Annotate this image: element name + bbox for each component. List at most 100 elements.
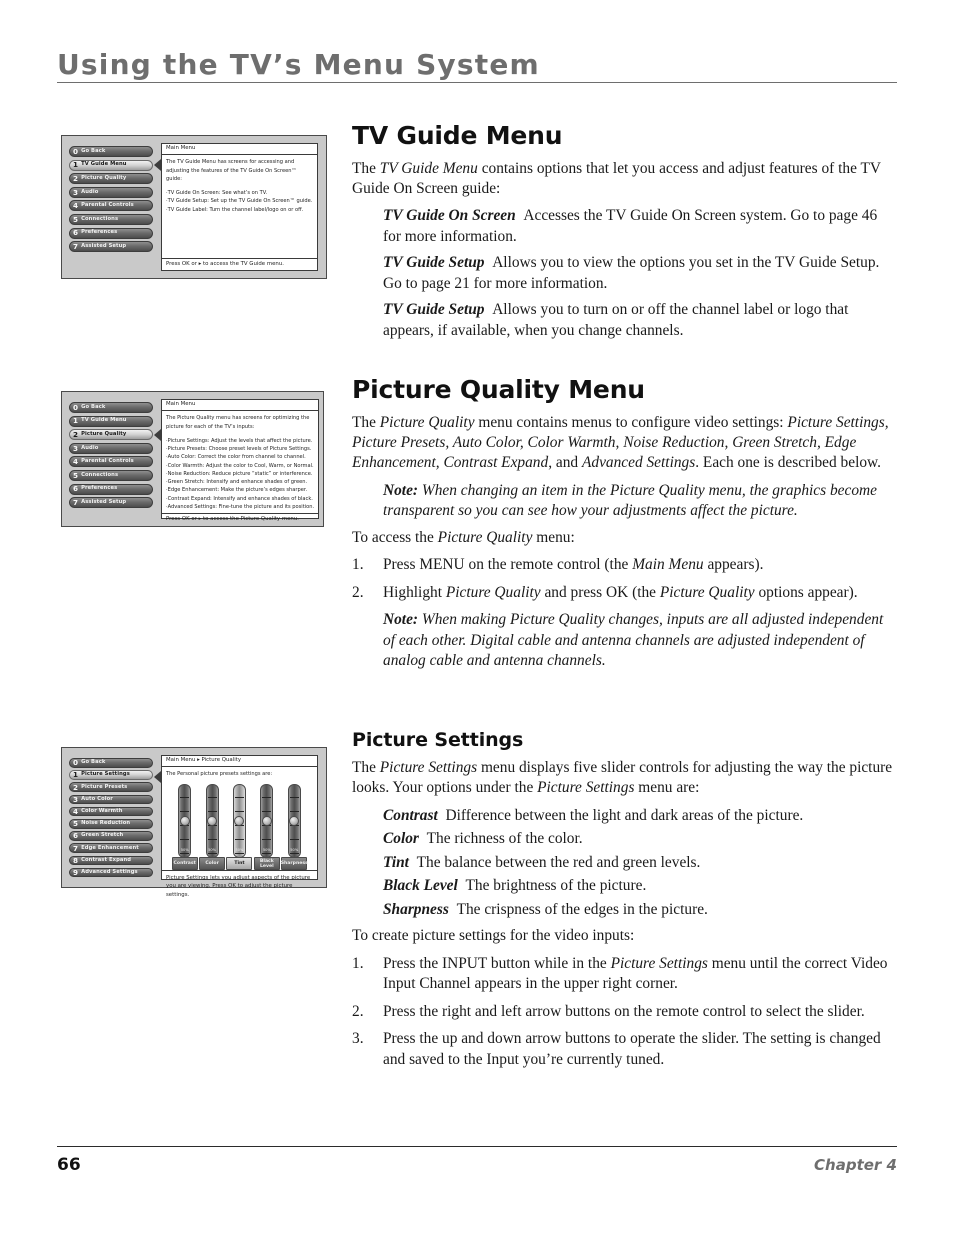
slider-label[interactable]: Sharpness [281, 857, 308, 871]
section-picture-quality-menu: Picture Quality Menu The Picture Quality… [352, 376, 898, 678]
slider-track[interactable] [205, 783, 219, 858]
slider-knob[interactable] [261, 815, 272, 826]
osd-button-number: 1 [73, 160, 79, 170]
picture-settings-item-1: Color The richness of the color. [383, 829, 898, 849]
osd-menu-button-connections[interactable]: 5 Connections [69, 469, 153, 481]
osd-selection-arrow-icon [154, 159, 161, 172]
osd-button-number: 3 [73, 187, 79, 197]
osd-button-number: 9 [73, 868, 79, 878]
section-picture-settings: Picture Settings The Picture Settings me… [352, 730, 898, 1077]
slider-knob[interactable] [207, 815, 218, 826]
heading-picture-quality-menu: Picture Quality Menu [352, 375, 645, 404]
osd-menu-button-audio[interactable]: 3 Audio [69, 442, 153, 454]
osd-menu-button-go-back[interactable]: 0 Go Back [69, 402, 153, 413]
osd-menu-button-assisted-setup[interactable]: 7 Assisted Setup [69, 497, 153, 509]
osd-menu-button-go-back[interactable]: 0 Go Back [69, 758, 153, 768]
osd-menu-button-parental-controls[interactable]: 4 Parental Controls [69, 456, 153, 468]
osd-button-number: 0 [73, 402, 79, 412]
osd-menu-button-auto-color[interactable]: 3 Auto Color [69, 794, 153, 805]
step-p1: Highlight [383, 583, 446, 601]
osd-bullet-item: ·TV Guide Setup: Set up the TV Guide On … [166, 198, 313, 205]
slider-tick [289, 796, 299, 798]
osd-button-label: Connections [81, 215, 119, 222]
slider-track[interactable] [287, 783, 301, 858]
step-item: 2. Highlight Picture Quality and press OK… [352, 583, 898, 603]
term-label: Contrast [383, 806, 438, 824]
slider-label[interactable]: Color [199, 857, 226, 871]
step-p2: appears). [703, 556, 764, 574]
intro-p1: The [352, 413, 380, 431]
osd-slider-sharpness[interactable]: 50% Sharpness [281, 783, 308, 871]
osd-bullet-item: ·Auto Color: Correct the color from chan… [166, 454, 306, 461]
osd-body: The Personal picture presets settings ar… [162, 767, 317, 871]
section-tv-guide-menu: TV Guide Menu The TV Guide Menu contains… [352, 122, 898, 347]
osd-button-label: Edge Enhancement [81, 844, 139, 851]
chapter-label: Chapter 4 [814, 1156, 897, 1174]
osd-bullet-item: ·Picture Presets: Choose preset levels o… [166, 446, 312, 453]
osd-button-number: 1 [73, 770, 79, 780]
step-number: 1. [352, 954, 364, 972]
osd-menu-button-picture-presets[interactable]: 2 Picture Presets [69, 782, 153, 793]
picture-settings-item-4: Sharpness The crispness of the edges in … [383, 900, 898, 920]
osd-menu-button-tv-guide-menu[interactable]: 1 TV Guide Menu [69, 415, 153, 427]
term-label: Black Level [383, 877, 458, 895]
slider-knob[interactable] [234, 815, 245, 826]
slider-track[interactable] [260, 783, 274, 858]
step-number: 2. [352, 583, 364, 601]
osd-button-label: Green Stretch [81, 832, 124, 839]
osd-menu-button-picture-quality[interactable]: 2 Picture Quality [69, 173, 153, 185]
osd-menu-button-parental-controls[interactable]: 4 Parental Controls [69, 200, 153, 212]
osd-menu-button-color-warmth[interactable]: 4 Color Warmth [69, 806, 153, 817]
osd-button-number: 4 [73, 807, 79, 817]
osd-button-number: 7 [73, 498, 79, 508]
slider-label[interactable]: Contrast [171, 857, 198, 871]
osd-menu-button-audio[interactable]: 3 Audio [69, 186, 153, 198]
lead-i: Picture Quality [437, 528, 533, 546]
osd-menu-button-advanced-settings[interactable]: 9 Advanced Settings [69, 867, 153, 878]
osd-sidebar: 0 Go Back 1 TV Guide Menu 2 Picture Quality 3 A… [69, 143, 153, 271]
slider-label[interactable]: Tint [226, 857, 253, 871]
osd-menu-button-green-stretch[interactable]: 6 Green Stretch [69, 831, 153, 841]
slider-tick [180, 810, 190, 812]
osd-menu-button-contrast-expand[interactable]: 8 Contrast Expand [69, 855, 153, 866]
osd-button-number: 0 [73, 146, 79, 156]
page-content: 0 Go Back 1 TV Guide Menu 2 Picture Quality 3 A… [0, 0, 954, 1235]
slider-label[interactable]: Black Level [253, 857, 280, 871]
tv-guide-intro: The TV Guide Menu contains options that … [352, 159, 898, 200]
osd-menu-button-noise-reduction[interactable]: 5 Noise Reduction [69, 819, 153, 829]
osd-button-label: Picture Quality [81, 431, 127, 438]
osd-menu-button-preferences[interactable]: 6 Preferences [69, 227, 153, 239]
slider-knob[interactable] [179, 815, 190, 826]
slider-knob[interactable] [289, 815, 300, 826]
osd-breadcrumb: Main Menu [162, 144, 317, 155]
osd-menu-button-picture-quality[interactable]: 2 Picture Quality [69, 429, 153, 441]
page-footer: 66 Chapter 4 [57, 1146, 897, 1175]
slider-track[interactable] [178, 783, 192, 858]
osd-menu-button-assisted-setup[interactable]: 7 Assisted Setup [69, 241, 153, 253]
osd-menu-button-connections[interactable]: 5 Connections [69, 213, 153, 225]
osd-button-number: 6 [73, 484, 79, 494]
term-desc: The balance between the red and green le… [416, 853, 701, 871]
intro-p2: menu contains menus to configure video s… [474, 413, 788, 431]
osd-menu-button-tv-guide-menu[interactable]: 1 TV Guide Menu [69, 159, 153, 171]
osd-menu-button-preferences[interactable]: 6 Preferences [69, 483, 153, 495]
osd-menu-button-edge-enhancement[interactable]: 7 Edge Enhancement [69, 843, 153, 854]
osd-button-label: Color Warmth [81, 808, 123, 815]
osd-menu-button-picture-settings[interactable]: 1 Picture Settings [69, 770, 153, 780]
term-label: TV Guide Setup [383, 301, 485, 319]
osd-slider-black-level[interactable]: 50% Black Level [253, 783, 280, 871]
osd-button-label: Contrast Expand [81, 856, 132, 863]
picture-quality-note-1: Note: When changing an item in the Pictu… [383, 481, 898, 522]
osd-slider-color[interactable]: 50% Color [199, 783, 226, 871]
step-i2: Picture Quality [659, 583, 755, 601]
osd-footer-hint: Press OK or ▸ to access the Picture Qual… [162, 513, 319, 525]
lead-p2: menu: [532, 528, 575, 546]
tv-guide-item-2: TV Guide Setup Allows you to turn on or … [383, 300, 898, 341]
osd-slider-contrast[interactable]: 50% Contrast [171, 783, 198, 871]
step-i1: Picture Quality [445, 583, 541, 601]
slider-track[interactable] [232, 783, 246, 858]
osd-panel: Main Menu The TV Guide Menu has screens … [161, 143, 318, 271]
term-label: Color [383, 830, 419, 848]
osd-slider-tint[interactable]: 50% Tint [226, 783, 253, 871]
osd-menu-button-go-back[interactable]: 0 Go Back [69, 146, 153, 157]
